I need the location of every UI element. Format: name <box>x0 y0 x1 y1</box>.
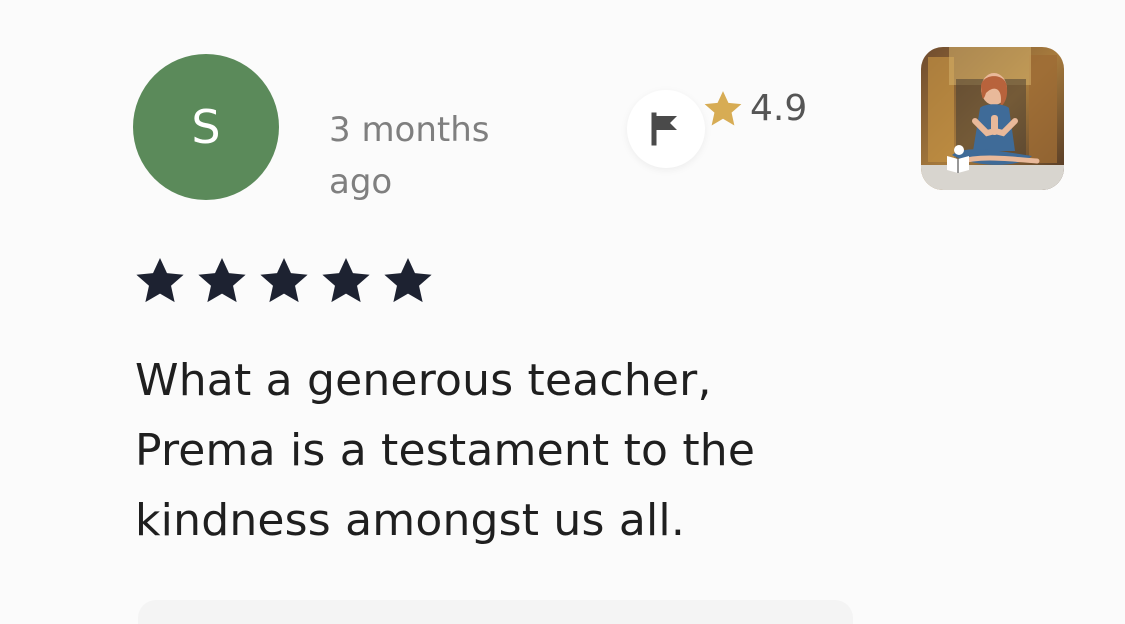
review-card: S 3 months ago 4.9 What a generous teach… <box>0 0 1125 624</box>
overall-rating: 4.9 <box>702 88 807 130</box>
next-review-card-edge <box>138 600 853 624</box>
star-icon <box>260 258 308 303</box>
star-icon <box>704 91 742 126</box>
review-stars <box>133 254 435 308</box>
star-icon <box>136 258 184 303</box>
report-flag-button[interactable] <box>627 90 705 168</box>
rating-value: 4.9 <box>750 88 808 129</box>
avatar-initial: S <box>191 100 221 154</box>
teacher-photo <box>921 47 1064 190</box>
review-timestamp: 3 months ago <box>329 110 490 202</box>
star-icon <box>198 258 246 303</box>
star-icon <box>384 258 432 303</box>
avatar: S <box>133 54 279 200</box>
flag-icon <box>651 112 677 146</box>
star-icon <box>322 258 370 303</box>
teacher-thumbnail[interactable] <box>921 47 1064 190</box>
review-text: What a generous teacher, Prema is a test… <box>135 355 756 546</box>
